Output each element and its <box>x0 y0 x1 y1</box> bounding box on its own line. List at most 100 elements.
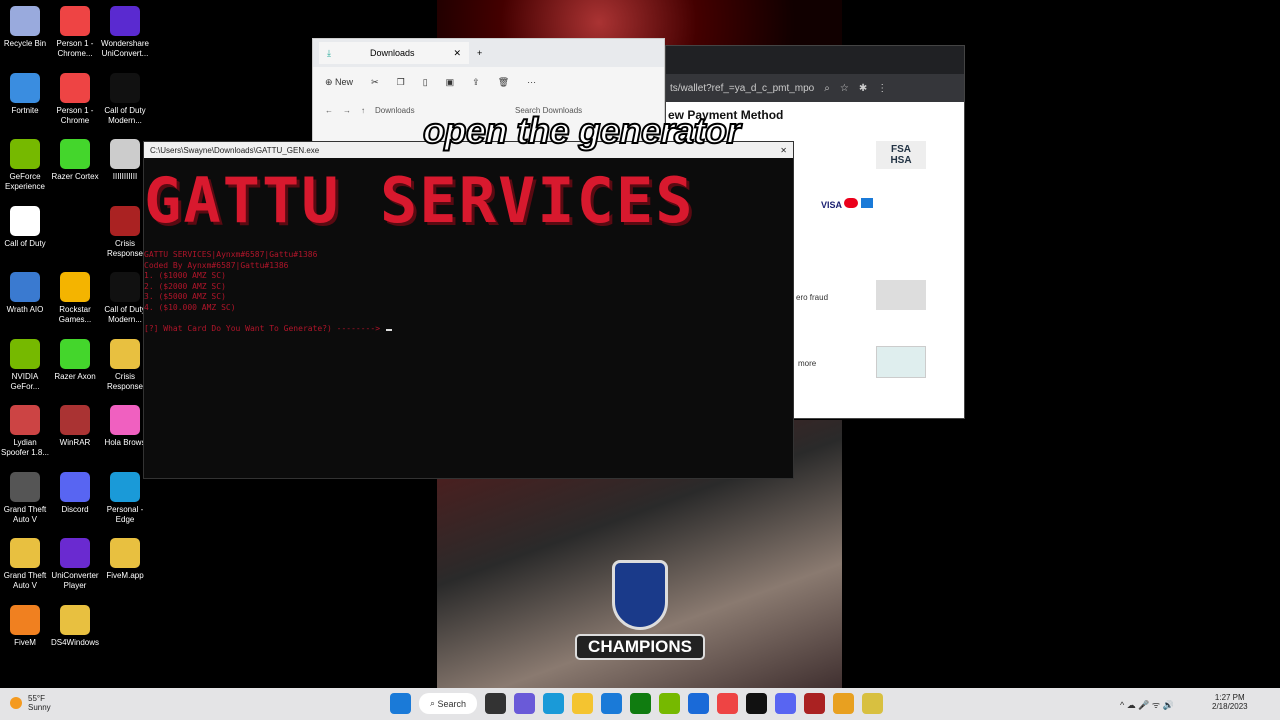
taskbar-gattu-gen-icon[interactable] <box>862 693 883 714</box>
copy-icon[interactable]: ❐ <box>397 77 405 88</box>
console-title: C:\Users\Swayne\Downloads\GATTU_GEN.exe <box>150 145 320 155</box>
fsa-hsa-badge: FSA HSA <box>876 141 926 169</box>
desktop-icon[interactable]: UniConverter Player <box>50 538 100 591</box>
video-caption: open the generator <box>422 109 742 152</box>
desktop-icon[interactable]: DS4Windows <box>50 604 100 648</box>
app-icon <box>60 272 90 302</box>
taskbar-chrome-icon[interactable] <box>717 693 738 714</box>
up-icon[interactable]: ↑ <box>361 106 365 115</box>
app-icon <box>60 471 90 502</box>
desktop-icon[interactable]: Grand Theft Auto V <box>0 471 50 525</box>
taskbar-edge-icon[interactable] <box>543 693 564 714</box>
taskbar-chat-icon[interactable] <box>514 693 535 714</box>
desktop-icon[interactable]: Person 1 - Chrome... <box>50 6 100 59</box>
app-icon <box>110 205 140 236</box>
app-icon <box>10 72 40 103</box>
desktop-icon[interactable]: Wondershare UniConvert... <box>100 6 150 59</box>
delete-icon[interactable]: 🗑 <box>498 77 509 88</box>
close-icon[interactable]: ✕ <box>780 146 787 155</box>
app-icon <box>10 338 40 369</box>
app-icon <box>60 6 90 36</box>
forward-icon[interactable]: → <box>343 106 351 115</box>
desktop-icon[interactable]: Fortnite <box>0 72 50 116</box>
desktop-icon[interactable]: Lydian Spoofer 1.8... <box>0 405 50 458</box>
desktop-icon[interactable]: Grand Theft Auto V <box>0 538 50 591</box>
taskbar-chrome-profile-icon[interactable] <box>833 693 854 714</box>
text-cursor <box>386 329 393 331</box>
new-tab-button[interactable]: + <box>477 48 482 58</box>
clock[interactable]: 1:27 PM 2/18/2023 <box>1212 693 1248 711</box>
console-line: 4. ($10.000 AMZ SC) <box>144 302 236 312</box>
app-icon <box>110 471 140 502</box>
desktop-icon[interactable] <box>50 206 100 239</box>
app-icon <box>110 272 140 302</box>
taskbar-call-of-duty-icon[interactable] <box>746 693 767 714</box>
browser-tabbar <box>666 46 964 74</box>
rename-icon[interactable]: ▣ <box>446 77 455 88</box>
taskbar-start-icon[interactable] <box>390 693 411 714</box>
app-icon <box>110 538 140 568</box>
desktop-icon[interactable]: Recycle Bin <box>0 6 50 49</box>
app-icon <box>110 139 140 169</box>
gattu-banner: GATTU SERVICES <box>144 164 695 237</box>
new-button[interactable]: ⊕ New <box>325 77 353 88</box>
desktop-icon[interactable]: Discord <box>50 471 100 515</box>
desktop-icon[interactable]: Razer Cortex <box>50 139 100 182</box>
back-icon[interactable]: ← <box>325 106 333 115</box>
desktop-icon[interactable]: Rockstar Games... <box>50 272 100 325</box>
share-icon[interactable]: ⇪ <box>472 77 480 88</box>
desktop-icon[interactable]: Wrath AIO <box>0 272 50 315</box>
extensions-icon[interactable]: ✱ <box>859 83 867 94</box>
taskbar-search[interactable]: ⌕ Search <box>419 693 477 714</box>
taskbar-task-view-icon[interactable] <box>485 693 506 714</box>
app-icon <box>60 206 90 236</box>
tab-downloads[interactable]: ⤓ Downloads ✕ <box>319 42 469 64</box>
menu-icon[interactable]: ⋮ <box>877 83 887 94</box>
app-icon <box>10 405 40 435</box>
check-image <box>876 346 926 378</box>
taskbar-defender-icon[interactable] <box>688 693 709 714</box>
app-icon <box>110 72 140 103</box>
app-icon <box>10 471 40 502</box>
console-line: 1. ($1000 AMZ SC) <box>144 271 226 280</box>
weather-widget[interactable]: 55°F Sunny <box>10 694 51 712</box>
system-tray[interactable]: ^ ☁ 🎤 ᯤ 🔊 <box>1120 698 1174 711</box>
desktop-icon[interactable]: WinRAR <box>50 405 100 448</box>
paste-icon[interactable]: ▯ <box>423 77 428 88</box>
zoom-icon[interactable]: ⌕ <box>824 83 830 94</box>
taskbar-nvidia-icon[interactable] <box>659 693 680 714</box>
card-brands: VISA <box>821 198 873 210</box>
console-line: Coded By Aynxm#6587|Gattu#1386 <box>144 260 289 270</box>
more-icon[interactable]: ··· <box>527 77 536 87</box>
app-icon <box>10 205 40 236</box>
desktop-icon[interactable]: NVIDIA GeFor... <box>0 338 50 392</box>
star-icon[interactable]: ☆ <box>840 83 849 94</box>
taskbar-crisis-response-icon[interactable] <box>804 693 825 714</box>
app-icon <box>10 6 40 36</box>
taskbar-mail-icon[interactable] <box>601 693 622 714</box>
app-icon <box>110 338 140 369</box>
desktop-icon[interactable]: Call of Duty <box>0 205 50 249</box>
desktop-icon[interactable]: FiveM <box>0 604 50 648</box>
app-icon <box>60 338 90 369</box>
close-tab-icon[interactable]: ✕ <box>453 48 461 59</box>
console-line: 2. ($2000 AMZ SC) <box>144 281 226 291</box>
taskbar-file-explorer-icon[interactable] <box>572 693 593 714</box>
console-prompt[interactable]: [?] What Card Do You Want To Generate?) … <box>144 324 793 335</box>
app-icon <box>60 604 90 635</box>
console-output: GATTU SERVICES|Aynxm#6587|Gattu#1386 Code… <box>144 250 793 313</box>
nfl-champions-logo: CHAMPIONS <box>575 560 705 660</box>
desktop-icon[interactable]: GeForce Experience <box>0 139 50 192</box>
app-icon <box>10 538 40 568</box>
desktop-icon[interactable]: Call of Duty Modern... <box>100 72 150 126</box>
desktop-icon[interactable]: Personal - Edge <box>100 471 150 525</box>
app-icon <box>60 139 90 169</box>
desktop-icon[interactable]: Razer Axon <box>50 338 100 382</box>
address-bar[interactable]: ts/wallet?ref_=ya_d_c_pmt_mpo ⌕ ☆ ✱ ⋮ <box>666 74 964 102</box>
cut-icon[interactable]: ✂ <box>371 77 379 88</box>
desktop-icon[interactable]: FiveM.app <box>100 538 150 581</box>
taskbar-discord-icon[interactable] <box>775 693 796 714</box>
taskbar-xbox-icon[interactable] <box>630 693 651 714</box>
more-text: more <box>798 359 817 368</box>
desktop-icon[interactable]: Person 1 - Chrome <box>50 72 100 126</box>
